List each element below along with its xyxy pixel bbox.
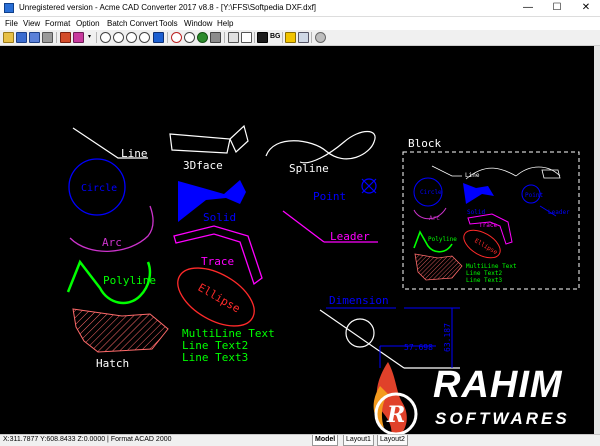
ellipse-entity: Ellipse [177, 267, 255, 327]
zoom-realtime-icon[interactable] [100, 32, 111, 43]
black-white-icon[interactable] [257, 32, 268, 43]
tab-model[interactable]: Model [312, 435, 339, 446]
point-label: Point [313, 190, 346, 203]
leader-label: Leader [330, 230, 370, 243]
trace-entity: Trace [173, 225, 263, 286]
menu-batch-convert[interactable]: Batch Convert [106, 18, 159, 29]
menu-window[interactable]: Window [183, 18, 213, 29]
block-leader-label: Leader [548, 209, 570, 216]
convert-icon[interactable] [73, 32, 84, 43]
toolbar-separator [56, 32, 57, 43]
save-as-icon[interactable] [29, 32, 40, 43]
block-mtext-1: MultiLine Text [466, 263, 517, 270]
toolbar: ▾ BG [0, 30, 600, 46]
hatch-label: Hatch [96, 357, 129, 370]
maximize-button[interactable]: ☐ [543, 0, 571, 16]
solid-entity: Solid [178, 180, 246, 224]
arc-entity: Arc [69, 205, 154, 252]
dimension-value-horizontal: 57.698 [404, 343, 433, 352]
menu-file[interactable]: File [4, 18, 19, 29]
watermark: R RAHIM SOFTWARES [358, 356, 600, 446]
block-mtext-3: Line Text3 [466, 277, 503, 284]
zoom-previous-icon[interactable] [184, 32, 195, 43]
zoom-window-icon[interactable] [139, 32, 150, 43]
polyline-label: Polyline [103, 274, 156, 287]
polyline-entity: Polyline [66, 259, 156, 305]
mtext-entity: MultiLine Text Line Text2 Line Text3 [182, 327, 275, 364]
circle-label: Circle [81, 183, 117, 194]
line-label: Line [121, 147, 148, 160]
open-icon[interactable] [3, 32, 14, 43]
window-title: Unregistered version - Acme CAD Converte… [19, 3, 317, 12]
close-button[interactable]: ✕ [572, 0, 600, 16]
spline-entity: Spline [265, 130, 376, 175]
zoom-out-icon[interactable] [126, 32, 137, 43]
menu-bar: File View Format Option Batch Convert To… [0, 17, 600, 30]
info-icon[interactable] [315, 32, 326, 43]
save-icon[interactable] [16, 32, 27, 43]
svg-text:R: R [386, 402, 405, 428]
dimension-value-vertical: 63.187 [443, 323, 452, 352]
status-bar: X:311.7877 Y:608.8433 Z:0.0000 | Format … [0, 434, 600, 446]
layer-icon[interactable] [228, 32, 239, 43]
toolbar-separator [311, 32, 312, 43]
zoom-in-icon[interactable] [113, 32, 124, 43]
circle-entity: Circle [68, 158, 126, 216]
trace-label: Trace [201, 255, 234, 268]
watermark-subtitle: SOFTWARES [435, 409, 570, 428]
toolbar-separator [224, 32, 225, 43]
tab-layout1[interactable]: Layout1 [343, 435, 374, 446]
point-entity: Point [313, 178, 377, 203]
layout-icon[interactable] [241, 32, 252, 43]
watermark-logo-icon: R [373, 362, 418, 444]
leader-entity: Leader [282, 210, 378, 243]
block-solid-label: Solid [467, 209, 485, 216]
warning-icon[interactable] [285, 32, 296, 43]
toolbar-separator [167, 32, 168, 43]
settings-icon[interactable] [60, 32, 71, 43]
dimension-label: Dimension [329, 294, 389, 307]
hatch-entity: Hatch [72, 308, 169, 370]
app-icon [4, 3, 14, 13]
spline-label: Spline [289, 162, 329, 175]
title-bar: Unregistered version - Acme CAD Converte… [0, 0, 600, 17]
mtext-line-3: Line Text3 [182, 351, 248, 364]
menu-tools[interactable]: Tools [158, 18, 179, 29]
pan-icon[interactable] [210, 32, 221, 43]
properties-icon[interactable] [298, 32, 309, 43]
menu-format[interactable]: Format [44, 18, 71, 29]
find-icon[interactable] [171, 32, 182, 43]
ellipse-label: Ellipse [196, 281, 243, 315]
block-point-label: Point [525, 192, 543, 199]
toolbar-separator [282, 32, 283, 43]
print-icon[interactable] [42, 32, 53, 43]
eye-icon[interactable] [197, 32, 208, 43]
block-trace-label: Trace [479, 222, 497, 229]
block-circle-label: Circle [420, 189, 442, 196]
line-entity: Line [72, 127, 148, 160]
toolbar-separator [96, 32, 97, 43]
block-label: Block [408, 137, 441, 150]
watermark-title: RAHIM [433, 364, 563, 406]
arc-label: Arc [102, 236, 122, 249]
toolbar-separator [254, 32, 255, 43]
3dface-entity: 3Dface [169, 124, 249, 172]
block-polyline-label: Polyline [428, 236, 457, 243]
zoom-extents-icon[interactable] [153, 32, 164, 43]
status-coordinates: X:311.7877 Y:608.8433 Z:0.0000 | Format … [3, 436, 172, 443]
menu-help[interactable]: Help [216, 18, 234, 29]
minimize-button[interactable]: — [514, 0, 542, 16]
tab-layout2[interactable]: Layout2 [377, 435, 408, 446]
3dface-label: 3Dface [183, 159, 223, 172]
menu-option[interactable]: Option [75, 18, 101, 29]
background-button[interactable]: BG [270, 33, 281, 40]
solid-label: Solid [203, 211, 236, 224]
menu-view[interactable]: View [22, 18, 41, 29]
block-mtext-2: Line Text2 [466, 270, 503, 277]
dropdown-icon[interactable]: ▾ [86, 32, 93, 43]
block-entity: Block Line Circle Solid Point Leader Arc… [402, 137, 580, 290]
block-arc-label: Arc [429, 215, 440, 222]
